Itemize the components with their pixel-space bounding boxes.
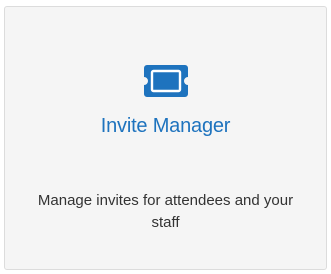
card-icon-container [5, 65, 326, 97]
card-title: Invite Manager [100, 115, 231, 137]
invite-manager-card[interactable]: Invite Manager Manage invites for attend… [4, 6, 327, 270]
card-description: Manage invites for attendees and your st… [37, 192, 294, 231]
ticket-icon [143, 65, 188, 97]
